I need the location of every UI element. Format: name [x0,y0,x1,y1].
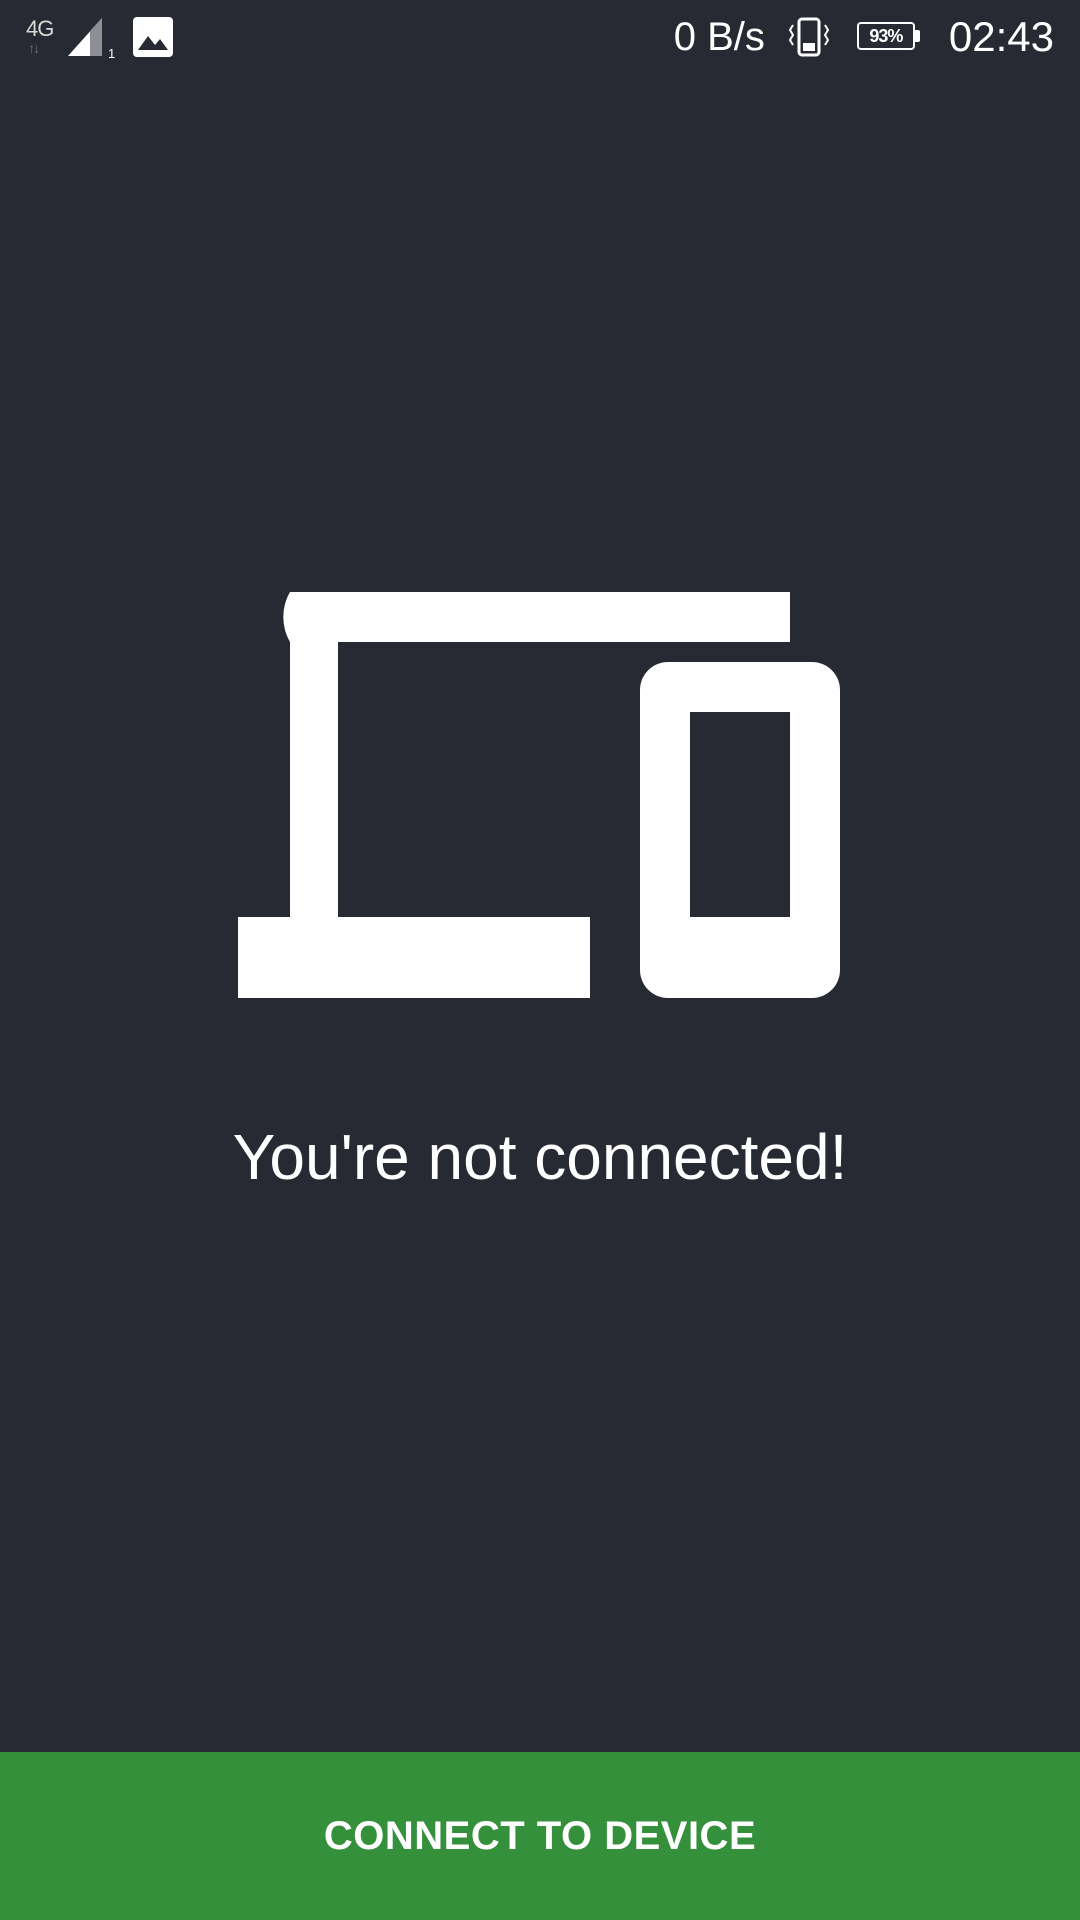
signal-icon: 1 [68,18,115,60]
battery-percent: 93% [869,25,903,46]
status-right: 0 B/s 93% 02:43 [674,0,1054,74]
net-speed: 0 B/s [673,14,765,59]
phone-outline [640,662,840,998]
connect-to-device-button[interactable]: CONNECT TO DEVICE [0,1752,1080,1920]
gallery-notification-icon [133,17,173,57]
network-activity-arrows: ↑↓ [28,40,40,56]
status-bar: 4G ↑↓ 1 0 B/s 93% 02:43 [0,0,1080,74]
battery-icon: 93% [856,22,923,52]
battery-body: 93% [856,22,915,50]
battery-terminal [914,30,920,42]
status-left: 4G ↑↓ 1 [26,0,174,74]
network-type-icon: 4G ↑↓ [26,14,60,60]
network-type-label: 4G [26,16,54,41]
vibrate-icon [788,17,830,57]
sim-slot-label: 1 [108,46,115,60]
not-connected-message: You're not connected! [232,1121,848,1193]
laptop-base [238,917,590,998]
devices-icon [238,592,840,998]
clock: 02:43 [948,13,1054,60]
